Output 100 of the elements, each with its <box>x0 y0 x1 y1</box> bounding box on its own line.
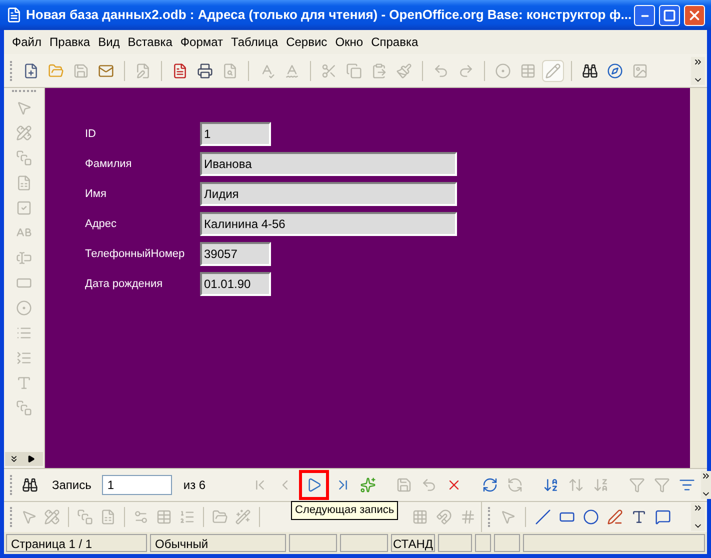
close-button[interactable] <box>684 4 705 26</box>
field-label: Адрес <box>85 216 118 232</box>
document-magnifier-icon <box>222 62 238 78</box>
menu-item[interactable]: Справка <box>367 33 422 51</box>
printer-icon <box>197 62 213 78</box>
magnet-icon <box>436 509 452 525</box>
undo-arrow-icon <box>420 477 437 493</box>
filter-list-icon <box>678 477 695 493</box>
record-count: из 6 <box>183 477 206 494</box>
paintbrush-icon <box>396 62 412 78</box>
chevrons-down-icon[interactable] <box>9 454 19 464</box>
pencil-icon <box>545 62 561 78</box>
funnel-icon <box>628 477 645 493</box>
window-title: Новая база данных2.odb : Адреса (только для чтения) - OpenOffice.org Base: конструктор ф... <box>26 6 630 24</box>
menu-item[interactable]: Вставка <box>124 33 176 51</box>
status-panel <box>340 534 388 552</box>
status-mode: СТАНД <box>391 534 435 552</box>
field-label: Фамилия <box>85 156 133 172</box>
wand-icon <box>235 509 251 525</box>
sort-za-icon <box>592 477 609 493</box>
menu-item[interactable]: Файл <box>8 33 46 51</box>
field-label: ТелефонныйНомер <box>85 246 186 262</box>
letter-t-icon <box>16 375 32 391</box>
toolbar-overflow-button[interactable] <box>700 471 711 499</box>
envelope-icon <box>98 62 114 78</box>
triangle-right-icon[interactable] <box>27 455 35 463</box>
menu-item[interactable]: Правка <box>46 33 94 51</box>
minimize-button[interactable] <box>634 4 655 26</box>
ordered-list-icon <box>179 509 195 525</box>
tooltip: Следующая запись <box>291 501 398 520</box>
maximize-icon <box>663 8 676 22</box>
compass-icon <box>607 62 623 78</box>
status-panel <box>438 534 472 552</box>
binoculars-icon <box>22 477 38 493</box>
hash-icon <box>460 509 476 525</box>
toolbar-overflow-button[interactable] <box>691 56 705 84</box>
speech-bubble-icon <box>655 509 671 525</box>
copy-icon <box>346 62 362 78</box>
status-panel <box>494 534 520 552</box>
pencil-ruler-icon <box>16 125 32 141</box>
toolbar-grip[interactable] <box>10 60 13 80</box>
toolbar-grip[interactable] <box>10 507 13 527</box>
document-icon <box>6 7 22 23</box>
letter-t-icon <box>631 509 647 525</box>
status-page: Страница 1 / 1 <box>6 534 147 552</box>
clipboard-icon <box>371 62 387 78</box>
toolbar-grip[interactable] <box>12 90 36 93</box>
play-triangle-icon <box>306 477 322 493</box>
text-field[interactable]: 1 <box>200 122 271 146</box>
field-label: Имя <box>85 186 108 202</box>
radio-icon <box>16 300 32 316</box>
undo-arrow-icon <box>433 62 449 78</box>
menu-item[interactable]: Сервис <box>282 33 332 51</box>
record-field[interactable]: 1 <box>102 475 172 495</box>
sort-az-icon <box>542 477 559 493</box>
text-field[interactable]: Иванова <box>200 152 457 176</box>
pen-icon <box>607 509 623 525</box>
pointer-icon <box>500 509 516 525</box>
binoculars-icon <box>582 62 598 78</box>
grid-icon <box>412 509 428 525</box>
menu-item[interactable]: Таблица <box>227 33 282 51</box>
refresh-icon <box>482 477 498 493</box>
table-icon <box>520 62 536 78</box>
settings-icon <box>133 509 149 525</box>
line-icon <box>535 509 551 525</box>
up-down-arrows-icon <box>568 477 584 493</box>
picture-frame-icon <box>632 62 648 78</box>
pointer-icon <box>21 509 37 525</box>
menu-item[interactable]: Окно <box>331 33 368 51</box>
maximize-button[interactable] <box>659 4 680 26</box>
menu-item[interactable]: Формат <box>176 33 228 51</box>
stacked-squares-icon <box>16 400 32 416</box>
checkbox-icon <box>16 200 32 216</box>
text-field[interactable]: 01.01.90 <box>200 272 271 296</box>
list-collapse-icon <box>16 350 32 366</box>
text-box-icon <box>16 250 32 266</box>
text-field[interactable]: 39057 <box>200 242 271 266</box>
text-field[interactable]: Калинина 4-56 <box>200 212 457 236</box>
field-label: ID <box>85 126 97 142</box>
text-field[interactable]: Лидия <box>200 182 457 206</box>
document-icon <box>172 62 188 78</box>
toolbar-grip[interactable] <box>488 507 491 527</box>
pencil-ruler-icon <box>44 509 60 525</box>
circle-dot-icon <box>495 62 511 78</box>
funnel-icon <box>654 477 670 493</box>
form-icon <box>100 509 116 525</box>
scissors-icon <box>321 62 337 78</box>
toolbar-overflow-button[interactable] <box>691 503 705 531</box>
field-label: Дата рождения <box>85 276 164 292</box>
document-plus-icon <box>23 62 39 78</box>
status-panel <box>289 534 337 552</box>
pointer-icon <box>16 100 32 116</box>
folder-icon <box>48 62 64 78</box>
status-style: Обычный <box>150 534 286 552</box>
document-pen-icon <box>135 62 151 78</box>
folder-icon <box>212 509 228 525</box>
chevrons-right-icon <box>693 503 703 513</box>
record-label: Запись <box>52 477 92 494</box>
menu-item[interactable]: Вид <box>94 33 124 51</box>
next-record-button[interactable] <box>298 470 329 500</box>
